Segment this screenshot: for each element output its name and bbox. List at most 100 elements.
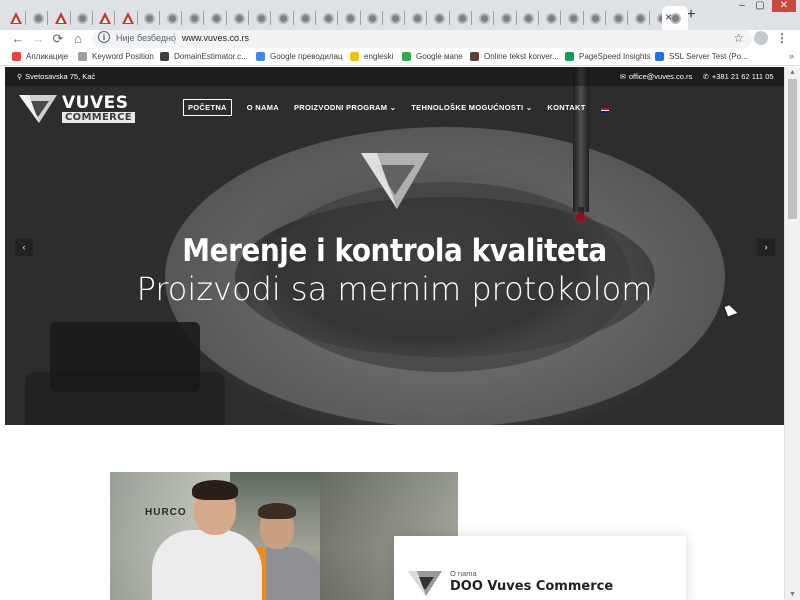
site-topbar: ⚲ Svetosavska 75, Kać ✉ office@vuves.co.… (5, 67, 784, 86)
bookmark-item[interactable]: Online tekst konver... (470, 52, 559, 61)
browser-tab[interactable] (118, 6, 138, 30)
browser-tab[interactable] (318, 6, 339, 30)
nav-item-1[interactable]: O NAMA (247, 99, 279, 116)
site-logo[interactable]: VUVES COMMERCE (19, 93, 135, 125)
address-text: Svetosavska 75, Kać (25, 72, 96, 81)
forward-button[interactable]: → (30, 31, 46, 47)
english-flag-icon[interactable] (600, 108, 609, 113)
bookmark-item[interactable]: Апликације (12, 52, 68, 61)
browser-tab[interactable] (541, 6, 562, 30)
maps-icon (402, 52, 411, 61)
bookmark-item[interactable]: engleski (350, 52, 393, 61)
slider-next-button[interactable]: › (757, 238, 775, 256)
bookmark-item[interactable]: PageSpeed Insights (565, 52, 651, 61)
browser-tab[interactable] (251, 6, 272, 30)
tab-separator (158, 11, 160, 25)
reload-button[interactable]: ⟳ (50, 31, 66, 47)
browser-tab[interactable] (207, 6, 227, 30)
email-text[interactable]: office@vuves.co.rs (629, 72, 692, 81)
scroll-thumb[interactable] (788, 79, 797, 219)
profile-avatar[interactable] (754, 31, 768, 45)
page-scrollbar[interactable]: ▲ ▼ (784, 67, 800, 600)
browser-menu-icon[interactable]: ⋮ (776, 31, 788, 45)
address-bar[interactable]: i Није безбедно www.vuves.co.rs ☆ (92, 30, 752, 48)
scroll-up-icon[interactable]: ▲ (789, 69, 796, 76)
web-page: ⚲ Svetosavska 75, Kać ✉ office@vuves.co.… (5, 67, 784, 600)
url-text[interactable]: www.vuves.co.rs (182, 33, 249, 43)
ssl-icon (655, 52, 664, 61)
bookmark-item[interactable]: Keyword Position (78, 52, 154, 61)
pagespeed-icon (565, 52, 574, 61)
globe-favicon-icon (32, 12, 44, 24)
browser-tab[interactable] (95, 6, 116, 30)
browser-tab[interactable] (497, 6, 517, 30)
browser-tab[interactable] (28, 6, 49, 30)
browser-tab[interactable] (6, 6, 26, 30)
browser-tab[interactable] (430, 6, 450, 30)
home-button[interactable]: ⌂ (70, 31, 86, 47)
nav-item-4[interactable]: KONTAKT (547, 99, 585, 116)
maximize-button[interactable]: ▢ (752, 0, 768, 12)
browser-tab[interactable] (452, 6, 472, 30)
bookmark-item[interactable]: Google мапе (402, 52, 463, 61)
tab-separator (114, 11, 116, 25)
close-tab-button[interactable]: × (665, 10, 672, 24)
circle-icon (470, 52, 479, 61)
tab-separator (91, 11, 93, 25)
globe-favicon-icon (322, 12, 334, 24)
close-window-button[interactable]: ✕ (772, 0, 796, 12)
browser-tab[interactable] (73, 6, 93, 30)
main-nav: POČETNA O NAMA PROIZVODNI PROGRAM ⌄ TEHNOLO… (183, 99, 609, 116)
browser-toolbar: ← → ⟳ ⌂ i Није безбедно www.vuves.co.rs … (0, 30, 800, 49)
browser-tab[interactable] (51, 6, 71, 30)
nav-item-3[interactable]: TEHNOLOŠKE MOGUĆNOSTI ⌄ (411, 99, 532, 116)
browser-tab[interactable] (385, 6, 406, 30)
tab-separator (560, 11, 562, 25)
browser-tab[interactable] (184, 6, 205, 30)
bookmark-item[interactable]: SSL Server Test (Po... (655, 52, 748, 61)
browser-tab[interactable] (407, 6, 428, 30)
globe-favicon-icon (367, 12, 379, 24)
tab-separator (426, 11, 428, 25)
bookmark-item[interactable]: DomainEstimator.c... (160, 52, 248, 61)
info-icon[interactable]: i (98, 31, 110, 43)
about-logo-icon (408, 571, 442, 596)
minimize-button[interactable]: – (734, 0, 750, 12)
browser-tab[interactable] (586, 6, 606, 30)
bookmark-item[interactable]: Google преводилац (256, 52, 343, 61)
bookmark-label: Online tekst konver... (484, 52, 559, 61)
browser-tab[interactable] (296, 6, 316, 30)
browser-tab[interactable] (564, 6, 584, 30)
browser-tab[interactable] (341, 6, 361, 30)
bookmarks-more-button[interactable]: » (789, 51, 794, 61)
nav-item-0[interactable]: POČETNA (183, 99, 232, 116)
logo-name: VUVES (62, 93, 129, 113)
about-img-person2-hair (258, 503, 296, 519)
tab-separator (471, 11, 472, 25)
tab-separator (314, 11, 316, 25)
scroll-down-icon[interactable]: ▼ (789, 591, 796, 598)
globe-favicon-icon (478, 12, 490, 24)
adobe-favicon-icon (10, 12, 22, 24)
browser-tab[interactable] (363, 6, 383, 30)
phone-info[interactable]: ✆ +381 21 62 111 05 (703, 72, 774, 81)
map-pin-icon: ⚲ (17, 73, 23, 81)
nav-item-2[interactable]: PROIZVODNI PROGRAM ⌄ (294, 99, 396, 116)
about-title: DOO Vuves Commerce (450, 579, 614, 594)
slider-prev-button[interactable]: ‹ (15, 238, 33, 256)
browser-tab[interactable] (630, 6, 651, 30)
browser-tab[interactable] (474, 6, 495, 30)
browser-tab[interactable] (519, 6, 539, 30)
browser-tab[interactable] (140, 6, 160, 30)
bookmark-star-icon[interactable]: ☆ (733, 31, 744, 45)
browser-tab[interactable] (229, 6, 249, 30)
tab-separator (381, 11, 383, 25)
browser-tab[interactable] (608, 6, 629, 30)
phone-text[interactable]: +381 21 62 111 05 (712, 72, 774, 81)
email-info[interactable]: ✉ office@vuves.co.rs (620, 72, 692, 81)
about-img-person1-hair (192, 480, 238, 500)
browser-tab[interactable] (274, 6, 294, 30)
hero-subtitle: Proizvodi sa mernim protokolom (136, 270, 653, 308)
back-button[interactable]: ← (10, 31, 26, 47)
browser-tab[interactable] (162, 6, 183, 30)
